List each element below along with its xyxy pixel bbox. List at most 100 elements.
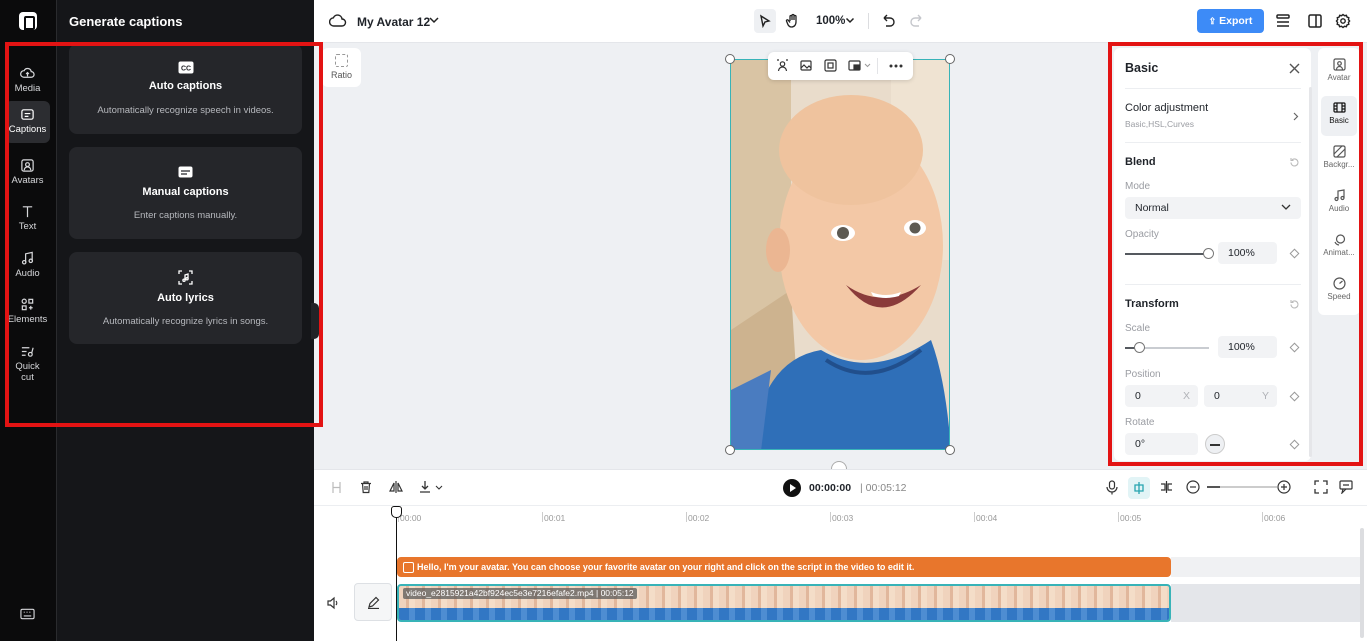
sidebar-item-media[interactable]: Media [5,60,50,100]
layers-icon[interactable] [1274,12,1292,30]
crop-icon[interactable] [824,59,837,72]
select-tool-button[interactable] [754,9,776,33]
tab-animation[interactable]: Animat... [1321,228,1357,268]
close-icon[interactable] [1289,63,1300,74]
keyframe-diamond-icon[interactable] [1289,248,1300,259]
zoom-chevron-down-icon[interactable] [844,14,856,26]
keyframe-diamond-icon[interactable] [1289,439,1300,450]
sidebar-item-avatars[interactable]: Avatars [5,152,50,192]
avatar-icon [1332,58,1346,71]
scale-slider-knob[interactable] [1134,342,1145,353]
split-view-icon[interactable] [1306,12,1324,30]
auto-captions-card[interactable]: CC Auto captions Automatically recognize… [69,44,302,134]
flip-icon[interactable] [389,480,403,494]
replace-image-icon[interactable] [800,59,813,72]
panel-collapse-handle[interactable] [311,303,319,339]
split-icon[interactable] [330,481,343,494]
ratio-button[interactable]: Ratio [322,48,361,87]
tab-avatar[interactable]: Avatar [1321,53,1357,93]
ratio-label: Ratio [330,70,352,80]
keyboard-icon[interactable] [20,608,35,620]
resize-handle[interactable] [945,54,955,64]
tab-basic[interactable]: Basic [1321,96,1357,136]
tab-background[interactable]: Backgr... [1321,140,1357,180]
auto-lyrics-card[interactable]: Auto lyrics Automatically recognize lyri… [69,252,302,344]
position-label: Position [1125,369,1161,380]
sidebar-item-label: Text [18,221,37,232]
resize-handle[interactable] [725,445,735,455]
app-logo[interactable] [19,12,37,30]
zoom-in-icon[interactable] [1277,480,1291,494]
fit-screen-icon[interactable] [1314,480,1328,494]
tab-audio[interactable]: Audio [1321,184,1357,224]
chevron-down-icon[interactable] [435,485,443,490]
rotate-dial[interactable] [1205,434,1225,454]
undo-icon[interactable] [879,12,897,30]
microphone-icon[interactable] [1105,480,1119,495]
animation-icon [1333,234,1345,246]
settings-gear-icon[interactable] [1334,12,1352,30]
download-icon[interactable] [418,480,432,494]
background-icon [1332,145,1346,158]
opacity-slider-knob[interactable] [1203,248,1214,259]
properties-panel: Basic Color adjustment Basic,HSL,Curves … [1114,48,1311,461]
export-button[interactable]: ⇪ Export [1197,9,1264,33]
comment-icon[interactable] [1339,480,1353,494]
snap-toggle[interactable] [1128,477,1150,499]
blend-mode-select[interactable]: Normal [1125,197,1301,219]
avatar-cutout-icon[interactable] [776,59,789,72]
manual-captions-card[interactable]: Manual captions Enter captions manually. [69,147,302,239]
play-button[interactable] [783,479,801,497]
cloud-sync-icon[interactable] [329,12,347,30]
divider [877,58,878,74]
subtitle-icon [178,166,193,178]
caption-clip[interactable]: Hello, I'm your avatar. You can choose y… [397,557,1171,577]
y-suffix: Y [1261,390,1269,402]
opacity-input[interactable]: 100% [1218,242,1277,264]
link-split-icon[interactable] [1159,480,1174,494]
keyframe-diamond-icon[interactable] [1289,342,1300,353]
more-icon[interactable] [889,64,903,68]
pencil-icon [368,596,380,609]
chevron-down-icon[interactable] [864,63,871,68]
position-y-input[interactable]: 0 Y [1204,385,1277,407]
trash-icon[interactable] [359,480,373,494]
resize-handle[interactable] [945,445,955,455]
resize-handle[interactable] [725,54,735,64]
tab-speed[interactable]: Speed [1321,272,1357,312]
project-name[interactable]: My Avatar 12 [357,15,430,29]
keyframe-diamond-icon[interactable] [1289,391,1300,402]
rotate-input[interactable]: 0° [1125,433,1198,455]
hand-tool-icon[interactable] [784,12,802,30]
rotate-handle[interactable] [831,461,847,469]
total-time: | 00:05:12 [860,482,907,494]
zoom-out-icon[interactable] [1186,480,1200,494]
scale-input[interactable]: 100% [1218,336,1277,358]
avatar-icon [21,159,34,172]
timeline-scrollbar[interactable] [1360,528,1364,638]
zoom-level[interactable]: 100% [816,15,845,27]
reset-icon[interactable] [1289,299,1300,310]
chevron-down-icon[interactable] [427,13,441,27]
picture-in-picture-icon[interactable] [848,59,861,72]
redo-icon[interactable] [908,12,926,30]
playhead[interactable] [396,508,397,641]
sidebar-item-text[interactable]: Text [5,198,50,238]
card-description: Automatically recognize lyrics in songs. [102,316,269,327]
sidebar-item-quick-cut[interactable]: Quick cut [5,338,50,384]
properties-scrollbar[interactable] [1309,87,1312,457]
position-x-input[interactable]: 0 X [1125,385,1198,407]
timeline-zoom-slider[interactable] [1207,486,1277,488]
sidebar-item-captions[interactable]: Captions [5,101,50,143]
sidebar-item-audio[interactable]: Audio [5,245,50,285]
playhead-handle[interactable] [391,506,402,518]
edit-cover-button[interactable] [354,583,392,621]
timeline: 00:00:00 | 00:05:12 00:00 00:01 00:02 00:03… [314,469,1367,641]
video-clip[interactable]: video_e2815921a42bf924ec5e3e7216efafe2.m… [397,584,1171,622]
scale-label: Scale [1125,323,1151,334]
video-preview[interactable] [730,59,950,450]
sidebar-item-elements[interactable]: Elements [5,291,50,331]
volume-icon[interactable] [326,596,340,610]
reset-icon[interactable] [1289,157,1300,168]
color-adjustment-row[interactable]: Color adjustment Basic,HSL,Curves [1114,98,1311,132]
